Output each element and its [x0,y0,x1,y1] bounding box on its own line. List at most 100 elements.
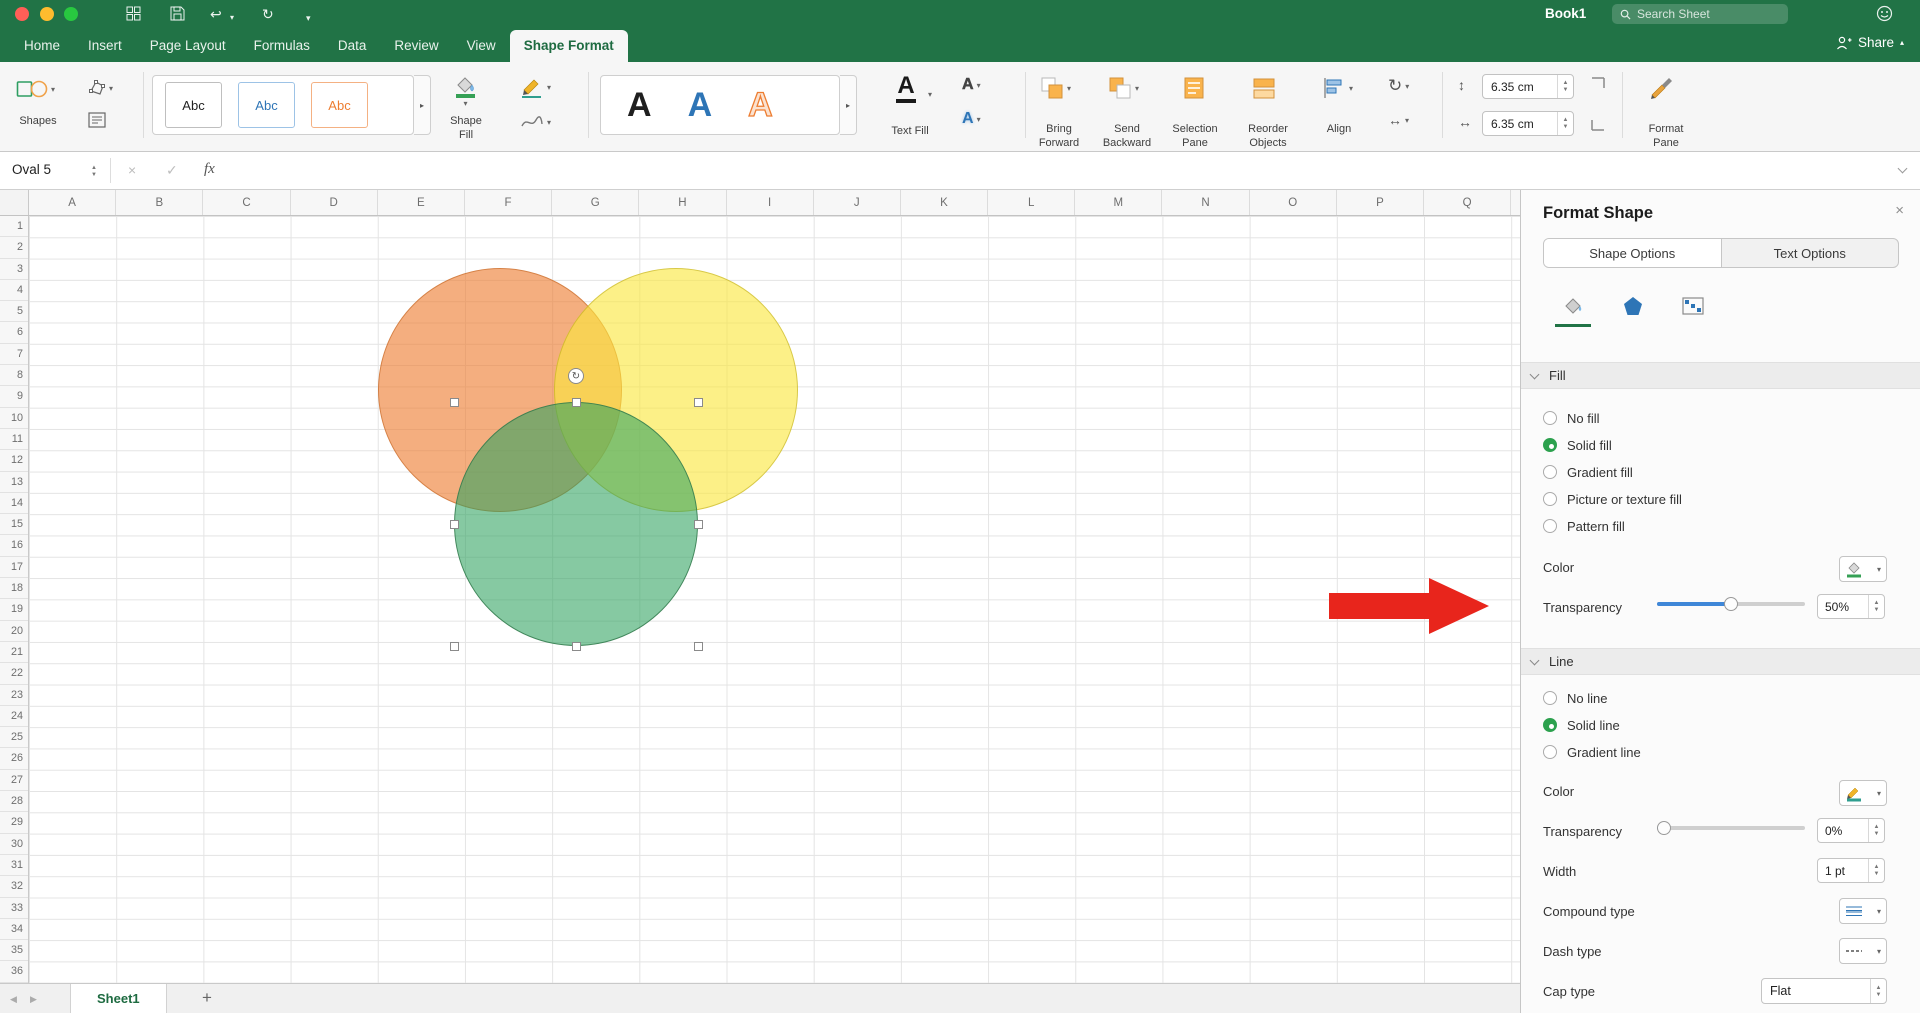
share-button[interactable]: Share ▴ [1836,35,1904,50]
column-header-H[interactable]: H [639,190,726,215]
row-header-30[interactable]: 30 [0,834,28,855]
flip-button[interactable]: ↔ ▾ [1388,112,1409,128]
line-transparency-stepper[interactable]: ▲▼ [1868,819,1884,842]
row-header-33[interactable]: 33 [0,898,28,919]
row-header-28[interactable]: 28 [0,791,28,812]
selection-handle-6[interactable] [450,642,459,651]
edit-shape-button[interactable]: ▾ [88,80,113,96]
row-header-16[interactable]: 16 [0,535,28,556]
row-header-29[interactable]: 29 [0,812,28,833]
row-header-12[interactable]: 12 [0,450,28,471]
row-header-23[interactable]: 23 [0,685,28,706]
text-fill-dropdown-icon[interactable]: ▾ [928,90,932,99]
row-header-2[interactable]: 2 [0,237,28,258]
shape-effects-button[interactable]: ▾ [520,114,551,130]
row-header-8[interactable]: 8 [0,365,28,386]
line-option-solid-line[interactable]: Solid line [1543,715,1620,735]
row-header-21[interactable]: 21 [0,642,28,663]
selection-handle-5[interactable] [694,520,703,529]
next-sheet-icon[interactable]: ▶ [30,994,37,1005]
sheet-tab-sheet1[interactable]: Sheet1 [70,984,167,1013]
selection-handle-3[interactable] [694,398,703,407]
selection-pane-button[interactable] [1182,76,1206,100]
row-header-19[interactable]: 19 [0,599,28,620]
column-header-E[interactable]: E [378,190,465,215]
tab-formulas[interactable]: Formulas [240,30,324,62]
shapes-button[interactable]: ▾ [16,76,55,102]
column-header-A[interactable]: A [29,190,116,215]
shape-style-preset-1[interactable]: Abc [165,82,222,128]
column-header-L[interactable]: L [988,190,1075,215]
row-header-36[interactable]: 36 [0,961,28,982]
add-sheet-button[interactable]: + [196,987,218,1009]
row-header-1[interactable]: 1 [0,216,28,237]
column-header-K[interactable]: K [901,190,988,215]
send-backward-button[interactable]: ▾ [1108,76,1139,100]
close-window-button[interactable] [15,7,29,21]
column-header-J[interactable]: J [814,190,901,215]
selection-handle-4[interactable] [450,520,459,529]
shape-fill-button[interactable]: ▾ [452,74,479,108]
row-header-27[interactable]: 27 [0,770,28,791]
fill-option-solid-fill[interactable]: Solid fill [1543,435,1612,455]
row-header-13[interactable]: 13 [0,472,28,493]
row-header-22[interactable]: 22 [0,663,28,684]
tab-review[interactable]: Review [380,30,452,62]
column-header-B[interactable]: B [116,190,203,215]
oval-shape-green-selected[interactable] [454,402,698,646]
shape-outline-button[interactable]: ▾ [520,76,551,98]
fill-option-picture-or-texture-fill[interactable]: Picture or texture fill [1543,489,1682,509]
shape-height-stepper[interactable]: ▲▼ [1557,75,1573,98]
row-header-25[interactable]: 25 [0,727,28,748]
insert-function-button[interactable]: fx [204,161,215,178]
tab-data[interactable]: Data [324,30,381,62]
view-switcher-icon[interactable] [126,6,141,26]
shape-style-preset-3[interactable]: Abc [311,82,368,128]
row-header-34[interactable]: 34 [0,919,28,940]
fill-option-gradient-fill[interactable]: Gradient fill [1543,462,1633,482]
shape-width-field[interactable]: 6.35 cm ▲▼ [1482,111,1574,136]
row-header-18[interactable]: 18 [0,578,28,599]
cap-type-select[interactable]: Flat ▲▼ [1761,978,1887,1004]
slider-knob[interactable] [1657,821,1671,835]
formula-bar-collapse-icon[interactable] [1898,164,1908,174]
name-box[interactable]: Oval 5 [12,162,51,177]
row-header-11[interactable]: 11 [0,429,28,450]
wordart-style-3[interactable]: A [748,88,773,122]
pane-close-icon[interactable]: × [1895,202,1904,219]
row-header-4[interactable]: 4 [0,280,28,301]
undo-icon[interactable]: ↩ [210,4,222,24]
fill-section-header[interactable]: Fill [1521,362,1920,389]
fill-transparency-stepper[interactable]: ▲▼ [1868,595,1884,618]
tab-insert[interactable]: Insert [74,30,136,62]
tab-page-layout[interactable]: Page Layout [136,30,240,62]
column-header-G[interactable]: G [552,190,639,215]
column-header-D[interactable]: D [291,190,378,215]
cancel-entry-button[interactable]: × [128,162,136,178]
row-header-20[interactable]: 20 [0,621,28,642]
reorder-objects-button[interactable] [1252,76,1276,100]
tab-fill-and-line[interactable] [1551,285,1595,327]
column-header-I[interactable]: I [727,190,814,215]
line-section-header[interactable]: Line [1521,648,1920,675]
rotation-handle[interactable]: ↻ [568,368,584,384]
fill-option-pattern-fill[interactable]: Pattern fill [1543,516,1625,536]
selection-handle-8[interactable] [694,642,703,651]
shape-style-more-button[interactable]: ▸ [414,75,431,135]
text-fill-button[interactable]: A [896,74,916,103]
format-pane-button[interactable] [1648,74,1676,102]
row-header-14[interactable]: 14 [0,493,28,514]
column-header-C[interactable]: C [203,190,290,215]
selection-handle-2[interactable] [572,398,581,407]
column-header-M[interactable]: M [1075,190,1162,215]
column-header-P[interactable]: P [1337,190,1424,215]
row-header-7[interactable]: 7 [0,344,28,365]
line-transparency-field[interactable]: 0% ▲▼ [1817,818,1885,843]
fill-color-button[interactable]: ▾ [1839,556,1887,582]
previous-sheet-icon[interactable]: ◀ [10,994,17,1005]
row-header-6[interactable]: 6 [0,322,28,343]
row-header-10[interactable]: 10 [0,408,28,429]
column-header-Q[interactable]: Q [1424,190,1511,215]
pane-tab-text-options[interactable]: Text Options [1722,239,1899,267]
tab-size-properties[interactable] [1671,285,1715,327]
